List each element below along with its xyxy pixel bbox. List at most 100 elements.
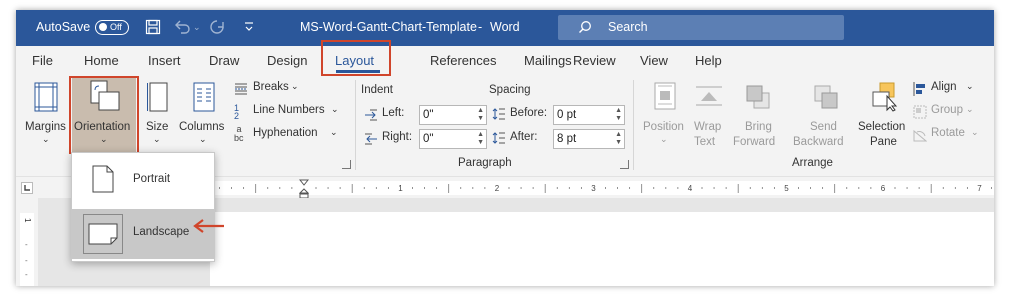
indent-left-input[interactable]: 0" ▲ ▼ <box>419 105 487 125</box>
layout-tab-highlight <box>321 40 391 76</box>
redo-icon[interactable] <box>208 19 226 35</box>
tab-file[interactable]: File <box>32 53 53 68</box>
breaks-button[interactable]: Breaks ⌄ <box>234 81 344 99</box>
spacing-before-icon <box>492 107 506 121</box>
selection-pane-label-1: Selection <box>858 121 906 133</box>
undo-dropdown-icon[interactable]: ⌄ <box>193 22 201 33</box>
hyphenation-label: Hyphenation <box>253 127 318 139</box>
line-numbers-icon: 12 <box>234 103 240 121</box>
toggle-knob <box>99 23 107 31</box>
chevron-down-icon: ⌄ <box>291 81 299 91</box>
spinner-icon[interactable]: ▲ ▼ <box>615 131 622 147</box>
chevron-down-icon: ⌄ <box>199 134 207 144</box>
tab-references[interactable]: References <box>430 53 496 68</box>
indent-right-label: Right: <box>382 131 413 143</box>
columns-button[interactable]: Columns ⌄ <box>177 80 229 150</box>
tab-help[interactable]: Help <box>695 53 722 68</box>
rotate-label: Rotate <box>931 127 965 139</box>
indent-marker-icon[interactable] <box>299 179 309 199</box>
tab-mailings[interactable]: Mailings <box>524 53 572 68</box>
tab-review[interactable]: Review <box>573 53 616 68</box>
tab-draw[interactable]: Draw <box>209 53 239 68</box>
landscape-label: Landscape <box>133 226 190 238</box>
word-window: AutoSave Off ⌄ MS-Word-Gantt-Chart-Templ… <box>16 10 994 286</box>
vertical-ruler-number: 1 <box>23 218 32 223</box>
ruler-ticks: 11234567 <box>206 184 992 193</box>
send-backward-icon <box>813 84 839 110</box>
spacing-before-value: 0 pt <box>557 109 577 121</box>
orientation-menu: Portrait Landscape <box>71 152 215 262</box>
search-box[interactable]: Search <box>558 15 844 40</box>
autosave-label: AutoSave <box>36 20 91 34</box>
undo-icon[interactable] <box>173 19 191 35</box>
spinner-icon[interactable]: ▲ ▼ <box>477 131 484 147</box>
margins-button[interactable]: Margins ⌄ <box>22 80 72 150</box>
page-setup-launcher-icon[interactable] <box>342 160 351 169</box>
document-title: MS-Word-Gantt-Chart-Template <box>300 20 477 34</box>
ruler-number: 5 <box>784 184 789 193</box>
arrange-group-label: Arrange <box>792 157 833 169</box>
save-icon[interactable] <box>145 19 161 35</box>
ruler-tick: - <box>25 256 28 265</box>
spacing-after-value: 8 pt <box>557 133 577 145</box>
spacing-after-label: After: <box>510 131 538 143</box>
autosave-toggle[interactable]: Off <box>95 20 129 35</box>
ruler-number: 6 <box>881 184 886 193</box>
menu-item-landscape[interactable]: Landscape <box>72 209 214 259</box>
spinner-icon[interactable]: ▲ ▼ <box>615 107 622 123</box>
send-backward-label-1: Send <box>810 121 837 133</box>
ruler-number: 2 <box>495 184 500 193</box>
tab-stop-selector[interactable] <box>21 182 33 194</box>
spacing-before-label: Before: <box>510 107 548 119</box>
chevron-down-icon: ⌄ <box>966 104 974 114</box>
chevron-down-icon: ⌄ <box>971 127 979 137</box>
ruler-tick: - <box>25 240 28 249</box>
spacing-after-input[interactable]: 8 pt ▲ ▼ <box>553 129 625 149</box>
portrait-icon <box>92 165 114 193</box>
tab-insert[interactable]: Insert <box>148 53 181 68</box>
paragraph-launcher-icon[interactable] <box>620 160 629 169</box>
spacing-before-input[interactable]: 0 pt ▲ ▼ <box>553 105 625 125</box>
position-button: Position ⌄ <box>640 80 686 152</box>
margins-label: Margins <box>25 121 66 133</box>
document-page[interactable] <box>210 212 994 286</box>
orientation-highlight <box>69 76 139 154</box>
align-label: Align <box>931 81 957 93</box>
tab-view[interactable]: View <box>640 53 668 68</box>
spacing-heading: Spacing <box>489 84 531 96</box>
position-label: Position <box>643 121 684 133</box>
ruler-number: 7 <box>977 184 982 193</box>
chevron-down-icon: ⌄ <box>42 134 50 144</box>
autosave-state: Off <box>110 22 122 32</box>
paragraph-group-label: Paragraph <box>458 157 512 169</box>
vertical-ruler[interactable]: 1 - - - <box>16 198 38 286</box>
selection-pane-label-2: Pane <box>870 136 897 148</box>
spinner-icon[interactable]: ▲ ▼ <box>477 107 484 123</box>
align-button[interactable]: Align ⌄ <box>913 81 983 99</box>
wrap-text-icon <box>695 84 723 108</box>
size-icon <box>146 82 168 112</box>
tab-home[interactable]: Home <box>84 53 119 68</box>
group-objects-button: Group ⌄ <box>913 104 983 122</box>
customize-qat-icon[interactable] <box>244 21 254 33</box>
size-label: Size <box>146 121 169 133</box>
bring-forward-button: Bring Forward <box>731 80 787 152</box>
ruler-number: 4 <box>688 184 693 193</box>
selection-pane-button[interactable]: Selection Pane <box>856 80 910 152</box>
ruler-tick: - <box>25 270 28 279</box>
chevron-down-icon: ⌄ <box>153 134 161 144</box>
spacing-after-icon <box>492 131 506 145</box>
bring-forward-label-2: Forward <box>733 136 776 148</box>
bring-forward-label-1: Bring <box>745 121 772 133</box>
line-numbers-label: Line Numbers <box>253 104 325 116</box>
size-button[interactable]: Size ⌄ <box>140 80 174 150</box>
menu-item-portrait[interactable]: Portrait <box>72 155 214 205</box>
indent-left-value: 0" <box>423 109 434 121</box>
indent-right-input[interactable]: 0" ▲ ▼ <box>419 129 487 149</box>
indent-heading: Indent <box>361 84 393 96</box>
wrap-text-label-2: Text <box>694 136 716 148</box>
position-icon <box>654 82 676 110</box>
hyphenation-button[interactable]: a bc Hyphenation ⌄ <box>234 125 346 145</box>
line-numbers-button[interactable]: 12 Line Numbers ⌄ <box>234 104 346 122</box>
tab-design[interactable]: Design <box>267 53 307 68</box>
